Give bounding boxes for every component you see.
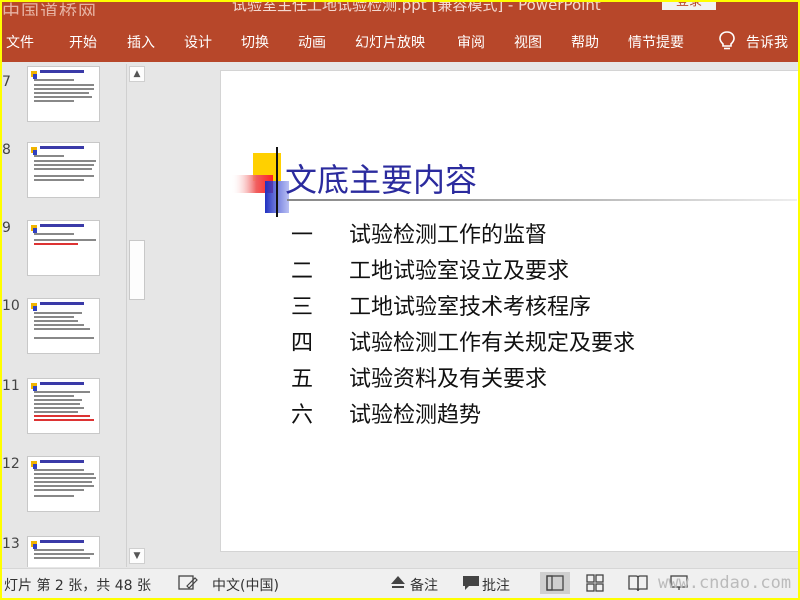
tab-help[interactable]: 帮助 — [571, 32, 599, 52]
slide-canvas[interactable]: 文底主要内容 一 试验检测工作的监督 二 工地试验室设立及要求 三 工地试验室技术考核… — [220, 70, 798, 552]
comments-button[interactable]: 批注 — [482, 575, 510, 595]
lightbulb-icon[interactable] — [718, 30, 736, 52]
slide-sorter-icon[interactable] — [586, 574, 604, 592]
watermark-top: 中国道桥网 — [2, 2, 97, 16]
tab-insert[interactable]: 插入 — [127, 32, 155, 52]
tab-home[interactable]: 开始 — [69, 32, 97, 52]
slide-thumbnail-12[interactable] — [27, 456, 100, 512]
tab-review[interactable]: 审阅 — [457, 32, 485, 52]
tab-view[interactable]: 视图 — [514, 32, 542, 52]
list-item-number: 五 — [291, 367, 314, 392]
list-item-number: 六 — [291, 403, 314, 428]
slide-number: 12 — [2, 456, 20, 472]
slide-number: 10 — [2, 298, 20, 314]
slide-thumbnail-7[interactable] — [27, 66, 100, 122]
notes-icon[interactable] — [390, 576, 406, 590]
title-bar: 中国道桥网 试验室主任工地试验检测.ppt [兼容模式] - PowerPoin… — [2, 2, 798, 16]
slide-thumbnail-8[interactable] — [27, 142, 100, 198]
tab-animations[interactable]: 动画 — [298, 32, 326, 52]
title-underline — [287, 199, 797, 201]
language-indicator[interactable]: 中文(中国) — [212, 575, 279, 595]
notes-button[interactable]: 备注 — [410, 575, 438, 595]
slide-counter: 灯片 第 2 张，共 48 张 — [4, 578, 151, 594]
list-item-text: 试验检测工作有关规定及要求 — [349, 331, 636, 356]
slide-thumbnail-13[interactable] — [27, 536, 100, 567]
list-item: 三 工地试验室技术考核程序 — [291, 289, 591, 321]
list-item-text: 工地试验室技术考核程序 — [349, 295, 592, 320]
list-item-number: 二 — [291, 259, 314, 284]
comments-icon[interactable] — [462, 575, 480, 591]
spell-check-icon[interactable] — [178, 574, 198, 592]
tell-me-label[interactable]: 告诉我 — [746, 32, 788, 52]
status-bar: 灯片 第 2 张，共 48 张 中文(中国) 备注 批注 www.cndao.c… — [2, 568, 798, 598]
tab-file[interactable]: 文件 — [6, 32, 34, 52]
slide-title: 文底主要内容 — [285, 161, 478, 199]
slide-number: 9 — [2, 220, 11, 236]
powerpoint-window: 中国道桥网 试验室主任工地试验检测.ppt [兼容模式] - PowerPoin… — [2, 2, 798, 598]
reading-view-icon[interactable] — [628, 574, 648, 592]
list-item: 六 试验检测趋势 — [291, 397, 481, 429]
list-item-text: 试验检测工作的监督 — [349, 223, 548, 248]
slide-number: 8 — [2, 142, 11, 158]
list-item-text: 试验检测趋势 — [349, 403, 482, 428]
slide-thumbnail-11[interactable] — [27, 378, 100, 434]
slide-number: 11 — [2, 378, 20, 394]
list-item: 一 试验检测工作的监督 — [291, 217, 547, 249]
list-item: 二 工地试验室设立及要求 — [291, 253, 569, 285]
window-title: 试验室主任工地试验检测.ppt [兼容模式] - PowerPoint — [232, 2, 601, 14]
slide-thumbnail-9[interactable] — [27, 220, 100, 276]
login-button[interactable]: 登录 — [662, 2, 716, 10]
view-normal-button[interactable] — [540, 572, 570, 594]
list-item-text: 工地试验室设立及要求 — [349, 259, 570, 284]
tab-storyboard[interactable]: 情节提要 — [628, 32, 684, 52]
scroll-down-arrow-icon[interactable]: ▼ — [129, 548, 145, 564]
list-item-number: 三 — [291, 295, 314, 320]
slide-thumbnail-10[interactable] — [27, 298, 100, 354]
list-item: 五 试验资料及有关要求 — [291, 361, 547, 393]
tab-design[interactable]: 设计 — [184, 32, 212, 52]
tab-transitions[interactable]: 切换 — [241, 32, 269, 52]
list-item-number: 一 — [291, 223, 314, 248]
list-item: 四 试验检测工作有关规定及要求 — [291, 325, 635, 357]
watermark-bottom: www.cndao.com — [658, 573, 792, 593]
normal-view-icon — [546, 575, 564, 591]
thumbnail-scrollbar[interactable]: ▲ ▼ — [126, 64, 146, 567]
tab-slideshow[interactable]: 幻灯片放映 — [355, 32, 425, 52]
scroll-thumb[interactable] — [129, 240, 145, 300]
list-item-text: 试验资料及有关要求 — [349, 367, 548, 392]
list-item-number: 四 — [291, 331, 314, 356]
slide-number: 13 — [2, 536, 20, 552]
ribbon-tabs: 文件 开始 插入 设计 切换 动画 幻灯片放映 审阅 视图 帮助 情节提要 告诉… — [2, 16, 798, 62]
scroll-up-arrow-icon[interactable]: ▲ — [129, 66, 145, 82]
slide-number: 7 — [2, 74, 11, 90]
